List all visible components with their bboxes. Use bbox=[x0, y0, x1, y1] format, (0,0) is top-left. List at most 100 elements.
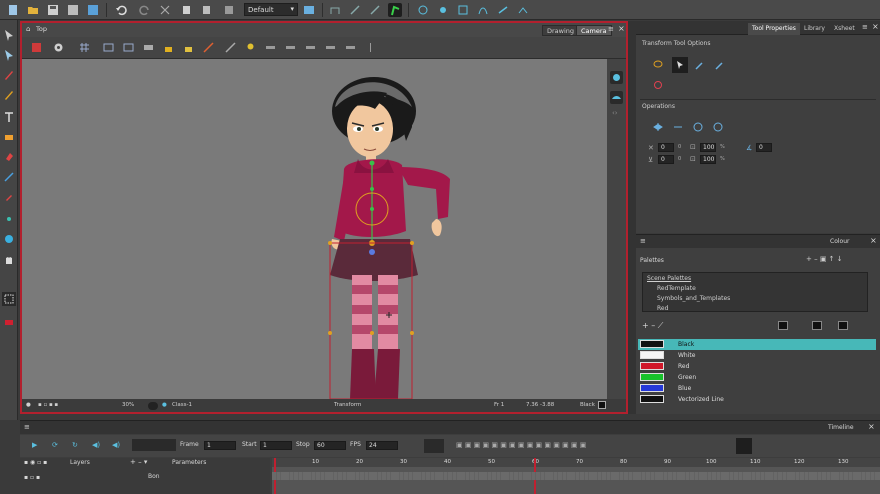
height-field[interactable]: 100 bbox=[700, 155, 716, 164]
collapse-icon[interactable]: ‹› bbox=[612, 109, 618, 117]
tab-drawing[interactable]: Drawing bbox=[542, 25, 580, 36]
layer-toggles[interactable]: ▪ ◉ ▫ ▪ bbox=[24, 459, 47, 466]
panel-menu-icon[interactable]: ≡ bbox=[24, 423, 30, 431]
refresh-icon[interactable]: ↻ bbox=[72, 441, 78, 449]
flip-v-icon[interactable] bbox=[672, 121, 684, 133]
bone-icon[interactable] bbox=[348, 3, 362, 17]
save-icon[interactable] bbox=[46, 3, 60, 17]
palette-item[interactable]: Red bbox=[657, 305, 668, 312]
delete-icon[interactable] bbox=[222, 3, 236, 17]
frame-ruler[interactable]: 10 20 30 40 50 60 70 80 90 100 110 120 1… bbox=[272, 458, 880, 467]
rigging-icon[interactable] bbox=[328, 3, 342, 17]
grid-icon[interactable] bbox=[78, 41, 91, 54]
eraser-tool-icon[interactable] bbox=[2, 130, 16, 144]
peg-select-icon[interactable] bbox=[694, 59, 706, 71]
loop-icon[interactable]: ⟳ bbox=[52, 441, 58, 449]
frame-row[interactable] bbox=[272, 472, 880, 480]
distribute-icon[interactable] bbox=[324, 41, 337, 54]
tab-tool-properties[interactable]: Tool Properties bbox=[748, 23, 800, 35]
animate-mode-icon[interactable] bbox=[30, 41, 43, 54]
color-swatch-row[interactable]: Green bbox=[638, 372, 876, 383]
swatch-actions[interactable]: + – ⟋ bbox=[642, 321, 663, 331]
flip-icon[interactable] bbox=[364, 41, 377, 54]
layer-row-toggles[interactable]: ▪ ▫ ▪ bbox=[24, 474, 40, 481]
workspace-manager-icon[interactable] bbox=[302, 3, 316, 17]
align-right-icon[interactable] bbox=[304, 41, 317, 54]
bulb-icon[interactable]: ● bbox=[26, 402, 31, 408]
onion-skin-icon[interactable] bbox=[610, 71, 623, 84]
panel-splitter[interactable] bbox=[628, 21, 636, 414]
import-icon[interactable] bbox=[86, 3, 100, 17]
camera-mask-icon[interactable] bbox=[142, 41, 155, 54]
color-swatch-row[interactable]: Blue bbox=[638, 383, 876, 394]
current-color-swatch[interactable] bbox=[598, 401, 606, 409]
drawing-canvas[interactable] bbox=[22, 59, 607, 399]
select-mode-icon[interactable] bbox=[672, 57, 688, 73]
palette-item[interactable]: RedTemplate bbox=[657, 285, 696, 292]
playback-speed-slider[interactable] bbox=[132, 439, 176, 451]
close-icon[interactable]: × bbox=[868, 422, 875, 431]
play-icon[interactable]: ▶ bbox=[32, 441, 37, 449]
brush-tool-icon[interactable] bbox=[2, 68, 16, 82]
palette-item[interactable]: Symbols_and_Templates bbox=[657, 295, 730, 302]
field-guide-icon[interactable] bbox=[102, 41, 115, 54]
copy-icon[interactable] bbox=[180, 3, 194, 17]
view-breadcrumb[interactable]: Top bbox=[36, 25, 47, 33]
x-position-field[interactable]: 0 bbox=[658, 143, 674, 152]
reset-circle-icon[interactable] bbox=[652, 79, 664, 91]
active-key-icon[interactable] bbox=[736, 438, 752, 454]
rotate-cw-icon[interactable] bbox=[712, 121, 724, 133]
scale-icon[interactable] bbox=[456, 3, 470, 17]
dropper-tool-icon[interactable] bbox=[2, 190, 16, 204]
redo-icon[interactable] bbox=[138, 3, 152, 17]
palette-actions[interactable]: + – ▣ ↑ ↓ bbox=[806, 255, 843, 263]
paint-tool-icon[interactable] bbox=[2, 150, 16, 164]
zoom-level[interactable]: 30% bbox=[122, 402, 134, 408]
palettes-label[interactable]: Palettes bbox=[640, 257, 664, 264]
layer-actions[interactable]: + – ▾ bbox=[130, 458, 147, 466]
line-red-icon[interactable] bbox=[202, 41, 215, 54]
pencil-tool-icon[interactable] bbox=[2, 88, 16, 102]
tab-camera[interactable]: Camera bbox=[576, 25, 612, 36]
y-position-field[interactable]: 0 bbox=[658, 155, 674, 164]
peg-icon[interactable] bbox=[416, 3, 430, 17]
paste-icon[interactable] bbox=[200, 3, 214, 17]
distribute-v-icon[interactable] bbox=[344, 41, 357, 54]
start-field[interactable]: 1 bbox=[260, 441, 292, 450]
align-center-icon[interactable] bbox=[284, 41, 297, 54]
view-menu-icon[interactable]: ≡ bbox=[608, 25, 614, 33]
settings-gear-icon[interactable] bbox=[52, 41, 65, 54]
open-folder-icon[interactable] bbox=[26, 3, 40, 17]
deformer-icon[interactable] bbox=[368, 3, 382, 17]
frame-field[interactable]: 1 bbox=[204, 441, 236, 450]
skew-icon[interactable] bbox=[496, 3, 510, 17]
panel-menu-icon[interactable]: ≡ bbox=[862, 23, 868, 31]
line-gray-icon[interactable] bbox=[224, 41, 237, 54]
cut-icon[interactable] bbox=[158, 3, 172, 17]
lock-icon[interactable] bbox=[162, 41, 175, 54]
tab-library[interactable]: Library bbox=[800, 23, 829, 35]
element-name[interactable]: Class-1 bbox=[172, 402, 192, 408]
color-swatch-row[interactable]: Red bbox=[638, 361, 876, 372]
transform-tool-icon[interactable] bbox=[2, 292, 16, 306]
save-as-icon[interactable] bbox=[66, 3, 80, 17]
swatch-preview-3[interactable] bbox=[838, 321, 848, 330]
zoom-dial-icon[interactable] bbox=[148, 402, 158, 410]
swatch-preview[interactable] bbox=[778, 321, 788, 330]
sound-scrub-icon[interactable]: ◀) bbox=[112, 441, 120, 449]
sound-icon[interactable]: ◀) bbox=[92, 441, 100, 449]
stop-field[interactable]: 60 bbox=[314, 441, 346, 450]
swatch-preview-2[interactable] bbox=[812, 321, 822, 330]
timeline-tools-icons[interactable]: ▣ ▣ ▣ ▣ ▣ ▣ ▣ ▣ ▣ ▣ ▣ ▣ ▣ ▣ ▣ bbox=[456, 441, 586, 449]
zoom-tool-icon[interactable] bbox=[2, 232, 16, 246]
color-swatch-row[interactable]: Black bbox=[638, 339, 876, 350]
snap-icon[interactable] bbox=[714, 59, 726, 71]
width-field[interactable]: 100 bbox=[700, 143, 716, 152]
cutter-red-icon[interactable] bbox=[2, 314, 16, 328]
align-left-icon[interactable] bbox=[264, 41, 277, 54]
rotate-ccw-icon[interactable] bbox=[692, 121, 704, 133]
bulb-icon[interactable] bbox=[244, 41, 257, 54]
close-icon[interactable]: × bbox=[870, 236, 877, 245]
layer-name[interactable]: Bon bbox=[148, 473, 160, 480]
safe-area-icon[interactable] bbox=[122, 41, 135, 54]
